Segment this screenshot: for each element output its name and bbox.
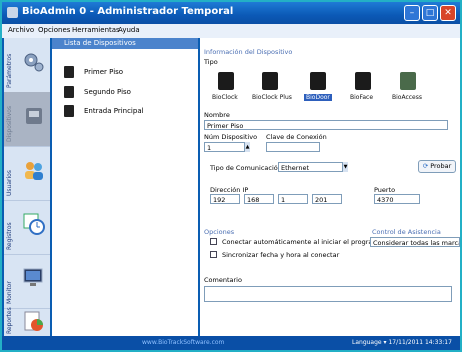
menu-opciones[interactable]: Opciones — [38, 26, 70, 34]
device-icon — [64, 105, 74, 117]
device-icon — [64, 86, 74, 98]
users-icon — [25, 162, 43, 180]
asistencia-header: Control de Asistencia — [372, 228, 441, 236]
sidebar-item-reportes[interactable]: Reportes — [4, 307, 50, 336]
type-bioclock-plus[interactable]: BioClock Plus — [252, 94, 292, 101]
app-window: BioAdmin 0 - Administrador Temporal – □ … — [2, 2, 460, 350]
app-icon — [7, 7, 18, 18]
minimize-button[interactable]: – — [404, 5, 420, 21]
probar-label: Probar — [430, 162, 452, 170]
sidebar-item-label: Parámetros — [6, 53, 13, 88]
menu-bar: Archivo Opciones Herramientas Ayuda — [2, 24, 460, 38]
sidebar-item-dispositivos[interactable]: Dispositivos — [4, 92, 50, 147]
device-info-header: Información del Dispositivo — [204, 48, 293, 56]
reports-icon — [24, 311, 43, 331]
opciones-header: Opciones — [204, 228, 235, 236]
clave-input[interactable] — [266, 142, 320, 152]
sidebar: Parámetros Dispositivos Usuarios Registr… — [4, 38, 50, 336]
datetime: 17/11/2011 14:33:17 — [388, 339, 452, 346]
type-bioaccess[interactable]: BioAccess — [392, 94, 422, 101]
clock-icon — [23, 213, 45, 235]
device-list-panel: Lista de Dispositivos Primer Piso Segund… — [52, 38, 198, 336]
language-selector[interactable]: Language — [352, 339, 382, 346]
devices-icon — [26, 108, 42, 124]
status-bar: www.BioTrackSoftware.com Language ▾ 17/1… — [2, 336, 460, 350]
puerto-label: Puerto — [374, 186, 396, 194]
ip-octet-4[interactable]: 201 — [312, 194, 342, 204]
probar-button[interactable]: ⟳ Probar — [418, 160, 456, 173]
sidebar-item-registros[interactable]: Registros — [4, 200, 50, 255]
website-link[interactable]: www.BioTrackSoftware.com — [142, 339, 224, 346]
bioaccess-icon[interactable] — [400, 72, 416, 90]
bioface-icon[interactable] — [355, 72, 371, 90]
ip-label: Dirección IP — [210, 186, 249, 194]
comentario-label: Comentario — [204, 276, 242, 284]
menu-archivo[interactable]: Archivo — [8, 26, 34, 34]
sidebar-item-label: Usuarios — [6, 170, 13, 196]
chevron-down-icon[interactable]: ▼ — [342, 162, 348, 172]
gears-icon — [24, 53, 44, 72]
nombre-label: Nombre — [204, 111, 230, 119]
sync-time-label: Sincronizar fecha y hora al conectar — [222, 251, 340, 259]
list-item-label: Entrada Principal — [84, 107, 144, 115]
device-list-header: Lista de Dispositivos — [52, 38, 198, 49]
autoconnect-checkbox[interactable] — [210, 238, 217, 245]
maximize-button[interactable]: □ — [422, 5, 438, 21]
refresh-icon: ⟳ — [422, 162, 429, 170]
puerto-input[interactable]: 4370 — [374, 194, 420, 204]
type-biodoor[interactable]: BioDoor — [304, 94, 332, 101]
num-dispositivo-spinner[interactable]: ▲ — [244, 142, 250, 152]
menu-herramientas[interactable]: Herramientas — [72, 26, 120, 34]
num-dispositivo-label: Núm Dispositivo — [204, 133, 258, 141]
ip-octet-3[interactable]: 1 — [278, 194, 308, 204]
autoconnect-label: Conectar automáticamente al iniciar el p… — [222, 238, 383, 246]
title-bar: BioAdmin 0 - Administrador Temporal – □ … — [2, 2, 460, 24]
chevron-down-icon[interactable]: ▾ — [384, 339, 387, 346]
device-info-panel: Información del Dispositivo Tipo BioCloc… — [200, 38, 460, 336]
sidebar-item-label: Monitor — [6, 281, 13, 304]
ip-octet-1[interactable]: 192 — [210, 194, 240, 204]
close-button[interactable]: ✕ — [440, 5, 456, 21]
device-list-title: Lista de Dispositivos — [64, 39, 136, 47]
clave-label: Clave de Conexión — [266, 133, 327, 141]
list-item[interactable]: Entrada Principal — [64, 104, 194, 118]
comentario-input[interactable] — [204, 286, 452, 302]
nombre-input[interactable]: Primer Piso — [204, 120, 448, 130]
sidebar-item-parametros[interactable]: Parámetros — [4, 38, 50, 93]
monitor-icon — [23, 268, 43, 286]
menu-ayuda[interactable]: Ayuda — [118, 26, 140, 34]
sidebar-item-usuarios[interactable]: Usuarios — [4, 146, 50, 201]
sidebar-item-label: Reportes — [6, 307, 13, 334]
sidebar-item-label: Dispositivos — [6, 105, 13, 142]
ip-octet-2[interactable]: 168 — [244, 194, 274, 204]
type-bioface[interactable]: BioFace — [350, 94, 373, 101]
list-item-label: Primer Piso — [84, 68, 124, 76]
comunicacion-select[interactable]: Ethernet — [278, 162, 348, 172]
asistencia-select[interactable]: Considerar todas las marcas de e — [370, 237, 460, 247]
list-item[interactable]: Primer Piso — [64, 65, 194, 79]
sidebar-item-label: Registros — [6, 222, 13, 250]
window-title: BioAdmin 0 - Administrador Temporal — [22, 6, 234, 17]
sync-time-checkbox[interactable] — [210, 251, 217, 258]
type-bioclock[interactable]: BioClock — [212, 94, 238, 101]
sidebar-item-monitor[interactable]: Monitor — [4, 254, 50, 309]
bioclock-plus-icon[interactable] — [262, 72, 278, 90]
list-item[interactable]: Segundo Piso — [64, 85, 194, 99]
device-icon — [64, 66, 74, 78]
bioclock-icon[interactable] — [218, 72, 234, 90]
tipo-label: Tipo — [204, 58, 218, 66]
biodoor-icon[interactable] — [310, 72, 326, 90]
list-item-label: Segundo Piso — [84, 88, 131, 96]
status-right: Language ▾ 17/11/2011 14:33:17 — [352, 339, 452, 346]
comunicacion-label: Tipo de Comunicación — [210, 164, 282, 172]
